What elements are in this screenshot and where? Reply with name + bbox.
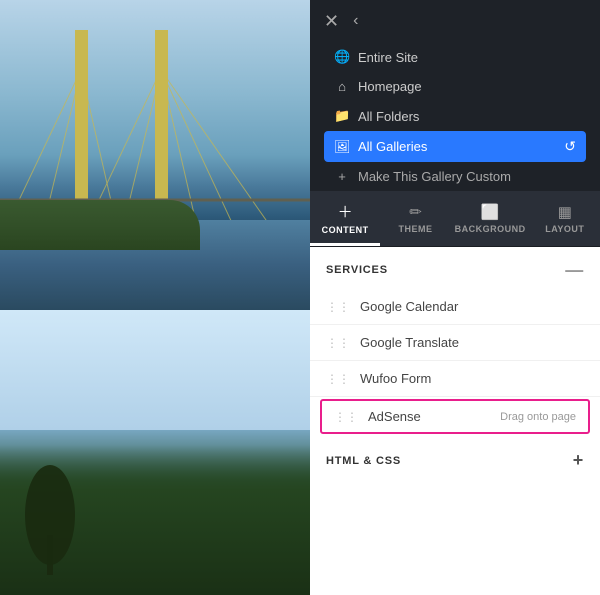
collapse-services-button[interactable]: — bbox=[565, 261, 584, 279]
service-label: AdSense bbox=[368, 409, 421, 424]
canvas-area bbox=[0, 0, 310, 595]
service-label: Wufoo Form bbox=[360, 371, 431, 386]
expand-html-css-button[interactable]: + bbox=[573, 450, 584, 471]
nav-item-label: All Galleries bbox=[358, 139, 427, 154]
globe-icon: 🌐 bbox=[334, 49, 350, 65]
html-css-section-header: HTML & CSS + bbox=[310, 436, 600, 481]
tab-layout-label: LAYOUT bbox=[545, 224, 584, 234]
drag-handle-icon: ⋮⋮ bbox=[326, 372, 350, 386]
tab-background-label: BACKGROUND bbox=[455, 224, 526, 234]
reset-icon[interactable]: ↺ bbox=[564, 138, 576, 155]
nav-item-label: Entire Site bbox=[358, 50, 418, 65]
drag-handle-icon: ⋮⋮ bbox=[326, 336, 350, 350]
right-panel: ✕ ‹ 🌐 Entire Site ⌂ Homepage 📁 All Folde… bbox=[310, 0, 600, 595]
nav-item-label: All Folders bbox=[358, 109, 419, 124]
back-button[interactable]: ‹ bbox=[353, 12, 358, 30]
html-css-title: HTML & CSS bbox=[326, 455, 401, 467]
nav-item-entire-site[interactable]: 🌐 Entire Site bbox=[324, 42, 586, 72]
tab-content[interactable]: ＋ CONTENT bbox=[310, 191, 380, 246]
services-title: SERVICES bbox=[326, 264, 388, 276]
nav-item-make-custom[interactable]: + Make This Gallery Custom bbox=[324, 162, 586, 191]
folder-icon: 📁 bbox=[334, 108, 350, 124]
service-item-adsense[interactable]: ⋮⋮ AdSense Drag onto page bbox=[320, 399, 590, 434]
nav-item-homepage[interactable]: ⌂ Homepage bbox=[324, 72, 586, 101]
close-button[interactable]: ✕ bbox=[324, 12, 339, 30]
service-label: Google Calendar bbox=[360, 299, 458, 314]
services-section-header: SERVICES — bbox=[310, 247, 600, 289]
service-item-google-calendar[interactable]: ⋮⋮ Google Calendar bbox=[310, 289, 600, 325]
bridge-cables-svg bbox=[0, 40, 310, 220]
tab-content-label: CONTENT bbox=[322, 225, 369, 235]
layout-tab-icon: ▦ bbox=[558, 203, 572, 221]
service-item-wufoo-form[interactable]: ⋮⋮ Wufoo Form bbox=[310, 361, 600, 397]
drag-handle-icon: ⋮⋮ bbox=[334, 410, 358, 424]
bottom-image bbox=[0, 310, 310, 595]
nav-item-all-galleries[interactable]: 🖼 All Galleries ↺ bbox=[324, 131, 586, 162]
tabs-bar: ＋ CONTENT ✏ THEME ⬜ BACKGROUND ▦ LAYOUT bbox=[310, 191, 600, 247]
service-label: Google Translate bbox=[360, 335, 459, 350]
tree-svg bbox=[20, 455, 80, 575]
nav-item-all-folders[interactable]: 📁 All Folders bbox=[324, 101, 586, 131]
nav-item-label: Make This Gallery Custom bbox=[358, 169, 511, 184]
drag-onto-label: Drag onto page bbox=[500, 411, 576, 423]
drag-handle-icon: ⋮⋮ bbox=[326, 300, 350, 314]
tab-theme[interactable]: ✏ THEME bbox=[380, 191, 450, 246]
gallery-icon: 🖼 bbox=[334, 139, 350, 155]
nav-area: ✕ ‹ 🌐 Entire Site ⌂ Homepage 📁 All Folde… bbox=[310, 0, 600, 191]
nav-item-label: Homepage bbox=[358, 79, 422, 94]
service-item-google-translate[interactable]: ⋮⋮ Google Translate bbox=[310, 325, 600, 361]
content-area: SERVICES — ⋮⋮ Google Calendar ⋮⋮ Google … bbox=[310, 247, 600, 595]
home-icon: ⌂ bbox=[334, 79, 350, 94]
content-tab-icon: ＋ bbox=[338, 201, 353, 222]
nav-top-row: ✕ ‹ bbox=[324, 12, 586, 30]
tree-line bbox=[0, 200, 200, 250]
theme-tab-icon: ✏ bbox=[409, 203, 422, 221]
tab-theme-label: THEME bbox=[398, 224, 432, 234]
nav-items: 🌐 Entire Site ⌂ Homepage 📁 All Folders 🖼… bbox=[324, 42, 586, 191]
plus-icon: + bbox=[334, 169, 350, 184]
tab-layout[interactable]: ▦ LAYOUT bbox=[530, 191, 600, 246]
tab-background[interactable]: ⬜ BACKGROUND bbox=[451, 191, 530, 246]
background-tab-icon: ⬜ bbox=[481, 203, 500, 221]
